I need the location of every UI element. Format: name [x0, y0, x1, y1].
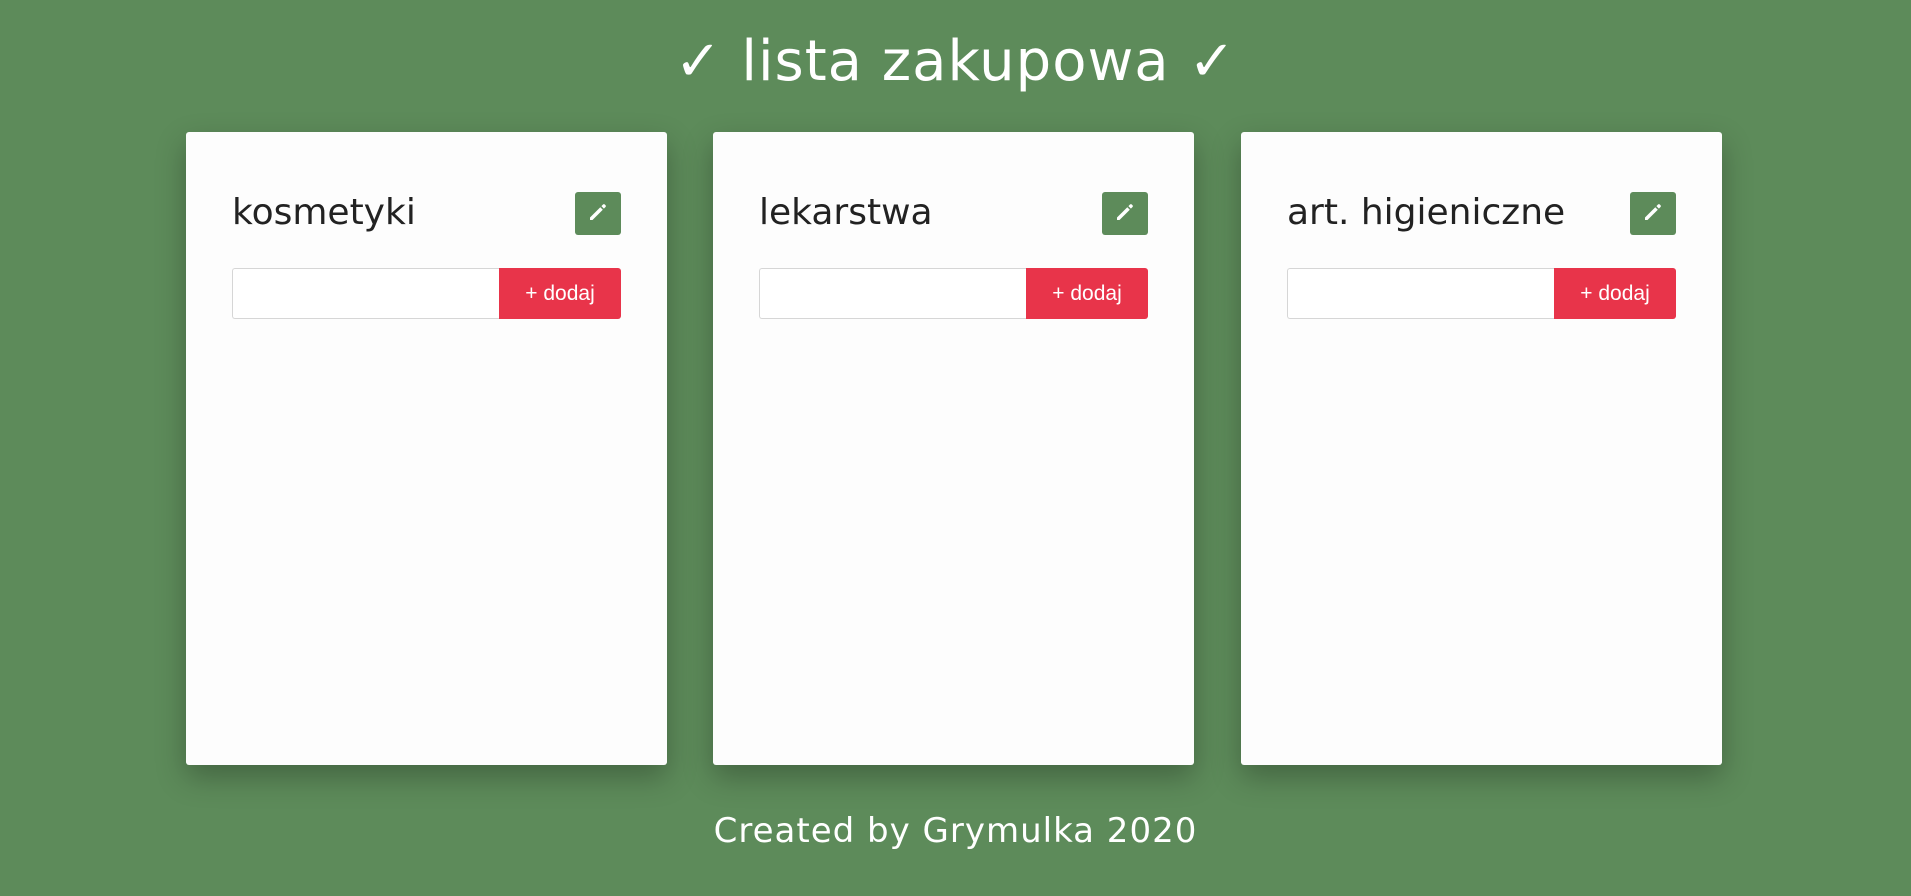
add-item-row: + dodaj: [759, 268, 1148, 319]
pencil-icon: [1115, 202, 1135, 225]
list-card-header: art. higieniczne: [1287, 190, 1676, 236]
add-item-row: + dodaj: [232, 268, 621, 319]
add-item-row: + dodaj: [1287, 268, 1676, 319]
footer-credit: Created by Grymulka 2020: [713, 811, 1198, 851]
edit-list-button[interactable]: [575, 192, 621, 235]
edit-list-button[interactable]: [1630, 192, 1676, 235]
list-title: lekarstwa: [759, 192, 933, 233]
pencil-icon: [1643, 202, 1663, 225]
edit-list-button[interactable]: [1102, 192, 1148, 235]
add-item-button[interactable]: + dodaj: [499, 268, 621, 319]
page-title: ✓ lista zakupowa ✓: [674, 29, 1237, 94]
list-card-header: lekarstwa: [759, 190, 1148, 236]
item-input[interactable]: [759, 268, 1026, 319]
list-card-header: kosmetyki: [232, 190, 621, 236]
list-card-kosmetyki: kosmetyki + dodaj: [186, 132, 667, 765]
list-card-lekarstwa: lekarstwa + dodaj: [713, 132, 1194, 765]
list-title: kosmetyki: [232, 192, 416, 233]
list-title: art. higieniczne: [1287, 192, 1566, 233]
item-input[interactable]: [232, 268, 499, 319]
add-item-button[interactable]: + dodaj: [1554, 268, 1676, 319]
shopping-lists: kosmetyki + dodaj lekarstwa + dodaj art.…: [186, 132, 1722, 765]
list-card-art-higieniczne: art. higieniczne + dodaj: [1241, 132, 1722, 765]
pencil-icon: [588, 202, 608, 225]
add-item-button[interactable]: + dodaj: [1026, 268, 1148, 319]
item-input[interactable]: [1287, 268, 1554, 319]
